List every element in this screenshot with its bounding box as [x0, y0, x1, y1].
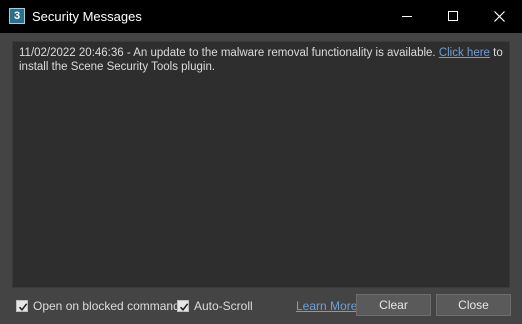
maximize-icon: [448, 11, 458, 21]
checkbox-box[interactable]: [177, 300, 189, 312]
title-bar[interactable]: 3 Security Messages: [0, 0, 522, 33]
open-on-blocked-checkbox[interactable]: Open on blocked commands: [16, 299, 186, 314]
checkmark-icon: [18, 303, 28, 312]
app-icon: 3: [9, 8, 25, 24]
minimize-button[interactable]: [384, 0, 430, 33]
minimize-icon: [402, 16, 412, 17]
message-log[interactable]: 11/02/2022 20:46:36 - An update to the m…: [12, 41, 510, 288]
security-messages-window: 3 Security Messages 11/02/2022 20:46:36 …: [0, 0, 522, 324]
message-entry: 11/02/2022 20:46:36 - An update to the m…: [19, 46, 503, 74]
click-here-link[interactable]: Click here: [439, 47, 490, 59]
maximize-button[interactable]: [430, 0, 476, 33]
auto-scroll-checkbox[interactable]: Auto-Scroll: [177, 299, 257, 314]
checkbox-box[interactable]: [16, 300, 28, 312]
close-window-button[interactable]: [476, 0, 522, 33]
close-icon: [494, 11, 505, 22]
clear-button[interactable]: Clear: [356, 294, 431, 316]
message-text: 11/02/2022 20:46:36 - An update to the m…: [19, 47, 439, 59]
window-title: Security Messages: [32, 9, 142, 24]
learn-more-link[interactable]: Learn More: [296, 299, 357, 313]
checkmark-icon: [179, 303, 189, 312]
close-button[interactable]: Close: [436, 294, 511, 316]
open-on-blocked-label: Open on blocked commands: [33, 299, 186, 313]
footer-bar: Open on blocked commands Auto-Scroll Lea…: [0, 292, 522, 320]
auto-scroll-label: Auto-Scroll: [194, 299, 253, 313]
